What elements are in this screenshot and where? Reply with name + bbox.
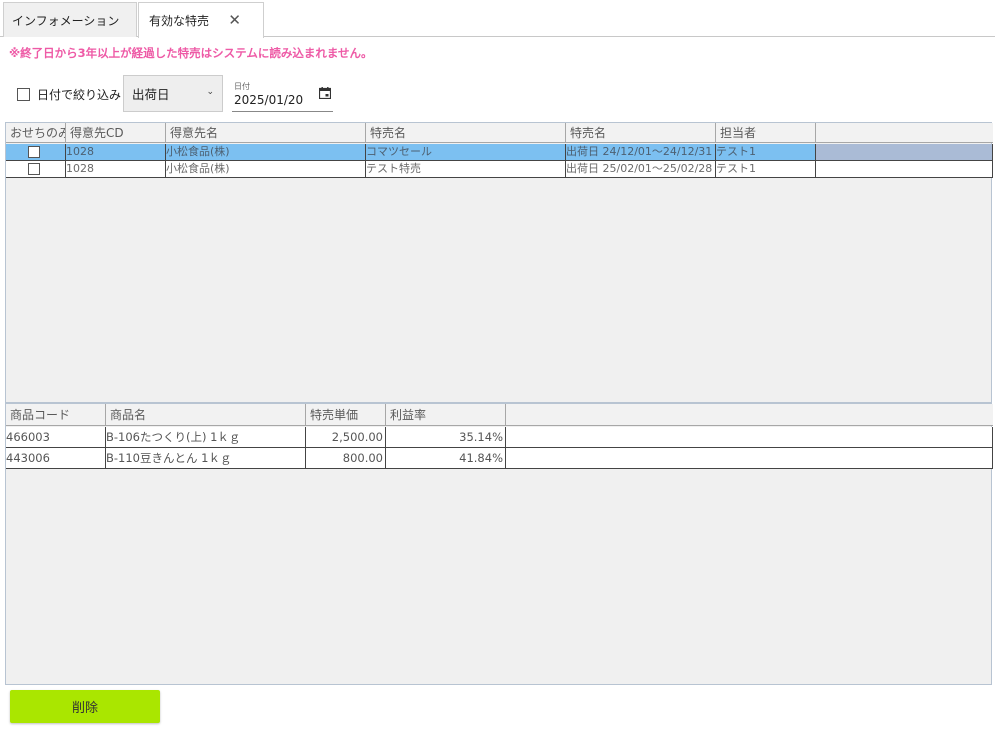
tab-information-label: インフォメーション <box>12 13 120 28</box>
product-code-cell: 466003 <box>6 427 106 448</box>
sales-grid[interactable]: おせちのみ 得意先CD 得意先名 特売名 特売名 担当者 1028 小松食品(株… <box>5 122 993 403</box>
customer-name-cell: 小松食品(株) <box>166 161 366 178</box>
date-caption: 日付 <box>234 82 250 91</box>
table-row[interactable]: 1028 小松食品(株) コマツセール 出荷日 24/12/01～24/12/3… <box>6 144 993 161</box>
tab-information[interactable]: インフォメーション <box>3 2 137 37</box>
col-header-product-name[interactable]: 商品名 <box>106 404 306 426</box>
col-header-product-code[interactable]: 商品コード <box>6 404 106 426</box>
sale-name-cell: テスト特売 <box>366 161 566 178</box>
tab-active-sales[interactable]: 有効な特売 ✕ <box>138 2 264 38</box>
customer-cd-cell: 1028 <box>66 161 166 178</box>
osechi-checkbox[interactable] <box>28 163 40 175</box>
product-code-cell: 443006 <box>6 448 106 469</box>
filler-cell <box>506 427 993 448</box>
delete-button[interactable]: 削除 <box>10 690 160 723</box>
date-input[interactable]: 2025/01/20 <box>234 93 303 107</box>
col-header-sale-price[interactable]: 特売単価 <box>306 404 386 426</box>
osechi-cell <box>6 144 66 161</box>
osechi-cell <box>6 161 66 178</box>
col-header-staff[interactable]: 担当者 <box>716 123 816 143</box>
col-header-customer-name[interactable]: 得意先名 <box>166 123 366 143</box>
date-type-value: 出荷日 <box>132 87 170 102</box>
col-header-customer-cd[interactable]: 得意先CD <box>66 123 166 143</box>
customer-name-cell: 小松食品(株) <box>166 144 366 161</box>
osechi-checkbox[interactable] <box>28 146 40 158</box>
col-header-filler <box>816 123 993 143</box>
sale-name-cell: コマツセール <box>366 144 566 161</box>
col-header-margin[interactable]: 利益率 <box>386 404 506 426</box>
sale-period-cell: 出荷日 25/02/01～25/02/28 <box>566 161 716 178</box>
filler-cell <box>816 144 993 161</box>
col-header-sale-period[interactable]: 特売名 <box>566 123 716 143</box>
close-icon[interactable]: ✕ <box>228 11 241 29</box>
product-name-cell: B-110豆きんとん 1ｋｇ <box>106 448 306 469</box>
margin-cell: 41.84% <box>386 448 506 469</box>
warning-message: ※終了日から3年以上が経過した特売はシステムに読み込まれません。 <box>9 46 373 60</box>
filler-cell <box>816 161 993 178</box>
table-row[interactable]: 443006 B-110豆きんとん 1ｋｇ 800.00 41.84% <box>6 448 993 469</box>
date-type-select[interactable]: 出荷日 ⌄ <box>123 75 223 112</box>
tab-active-sales-label: 有効な特売 <box>149 14 210 28</box>
calendar-icon[interactable] <box>319 87 331 99</box>
product-grid[interactable]: 商品コード 商品名 特売単価 利益率 466003 B-106たつくり(上) 1… <box>5 403 993 685</box>
margin-cell: 35.14% <box>386 427 506 448</box>
sale-period-cell: 出荷日 24/12/01～24/12/31 <box>566 144 716 161</box>
sale-price-cell: 2,500.00 <box>306 427 386 448</box>
date-input-underline <box>232 111 333 112</box>
col-header-sale-name[interactable]: 特売名 <box>366 123 566 143</box>
col-header-filler <box>506 404 993 426</box>
col-header-osechi[interactable]: おせちのみ <box>6 123 66 143</box>
filler-cell <box>506 448 993 469</box>
chevron-down-icon: ⌄ <box>206 87 214 97</box>
date-filter-checkbox[interactable]: 日付で絞り込み <box>17 86 121 103</box>
staff-cell: テスト1 <box>716 161 816 178</box>
staff-cell: テスト1 <box>716 144 816 161</box>
customer-cd-cell: 1028 <box>66 144 166 161</box>
date-filter-label: 日付で絞り込み <box>37 88 122 102</box>
sale-price-cell: 800.00 <box>306 448 386 469</box>
table-row[interactable]: 1028 小松食品(株) テスト特売 出荷日 25/02/01～25/02/28… <box>6 161 993 178</box>
table-row[interactable]: 466003 B-106たつくり(上) 1ｋｇ 2,500.00 35.14% <box>6 427 993 448</box>
checkbox-box[interactable] <box>17 88 30 101</box>
product-name-cell: B-106たつくり(上) 1ｋｇ <box>106 427 306 448</box>
